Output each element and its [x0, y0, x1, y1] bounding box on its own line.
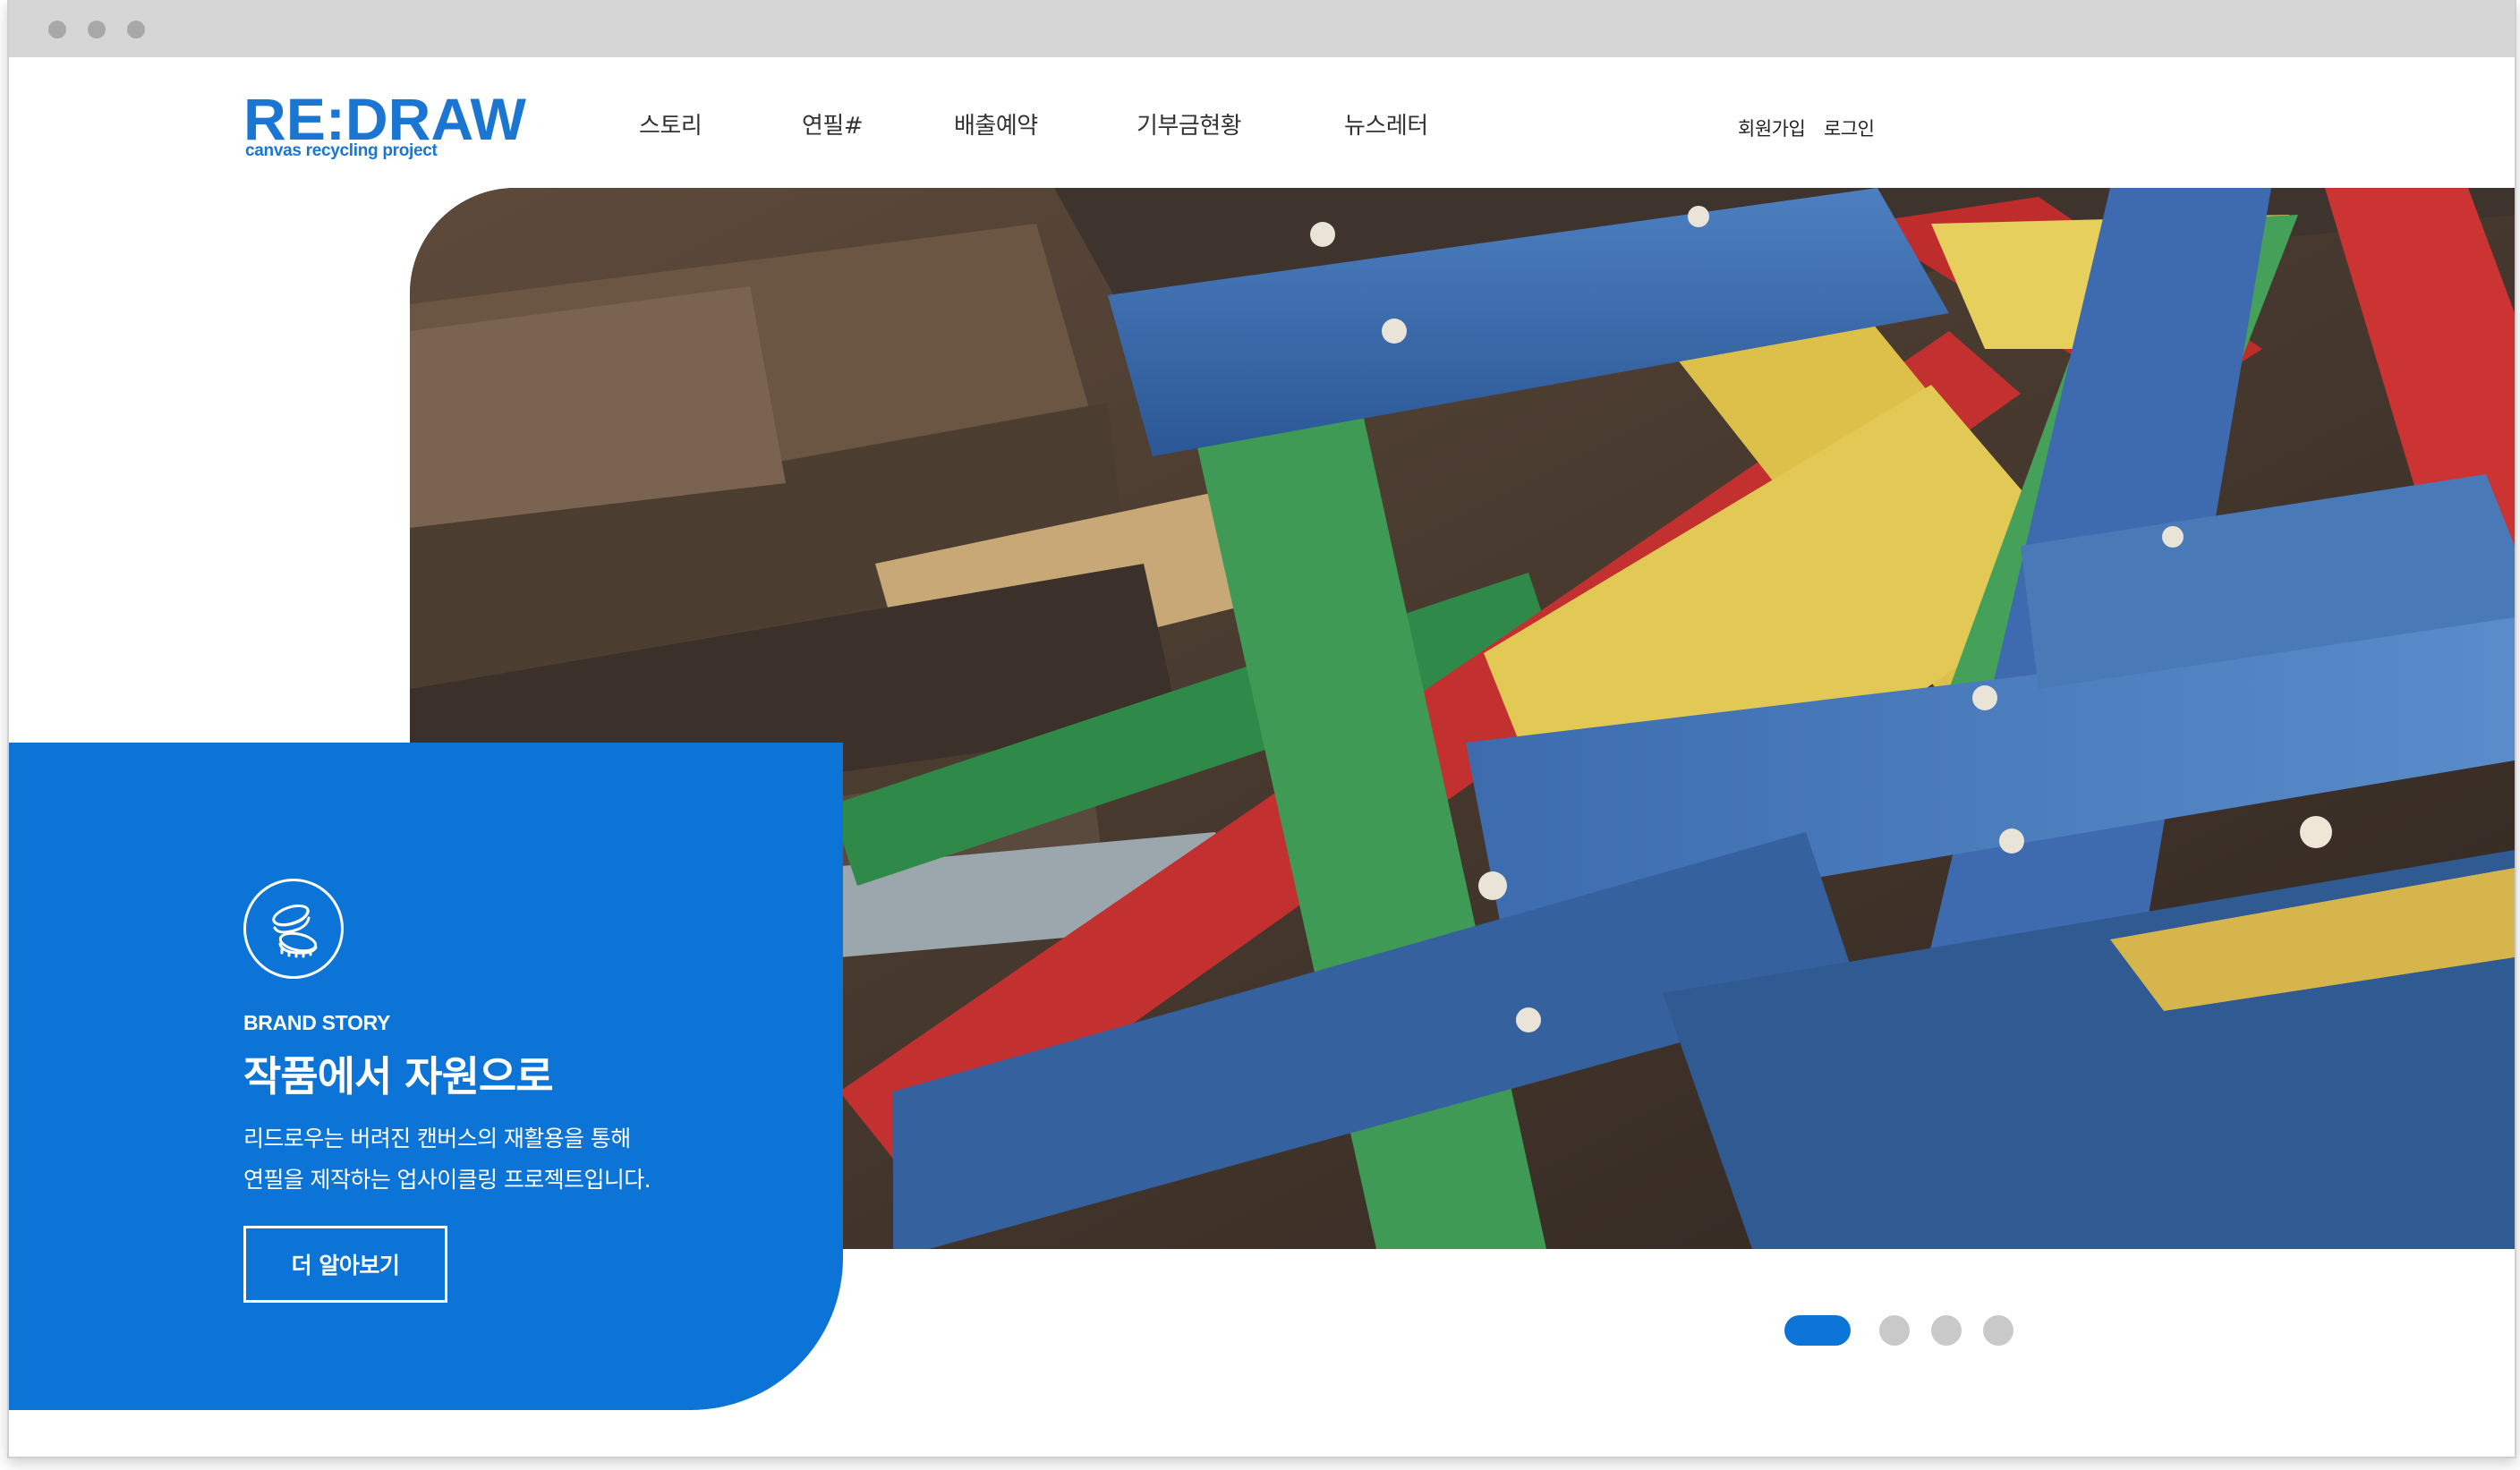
window-minimize-dot[interactable]: [88, 21, 106, 38]
browser-titlebar: [9, 0, 2515, 57]
slide-dot-4[interactable]: [1983, 1315, 2013, 1346]
nav-item-donation-status[interactable]: 기부금현황: [1137, 107, 1242, 140]
slide-dot-1[interactable]: [1784, 1315, 1851, 1346]
window-maximize-dot[interactable]: [127, 21, 145, 38]
browser-window: RE:DRAW canvas recycling project 스토리 연필#…: [7, 0, 2516, 1458]
coins-icon-glyph: [272, 904, 318, 958]
site-logo[interactable]: RE:DRAW canvas recycling project: [243, 91, 530, 161]
svg-text:RE:DRAW: RE:DRAW: [243, 91, 527, 141]
window-close-dot[interactable]: [48, 21, 66, 38]
card-eyebrow: BRAND STORY: [243, 1011, 391, 1034]
signup-link[interactable]: 회원가입: [1738, 115, 1806, 141]
card-description-line: 연필을 제작하는 업사이클링 프로젝트입니다.: [243, 1167, 651, 1193]
logo-tagline: canvas recycling project: [245, 141, 438, 160]
coins-icon: [243, 879, 344, 979]
nav-item-newsletter[interactable]: 뉴스레터: [1344, 107, 1428, 140]
card-headline: 작품에서 자원으로: [243, 1052, 554, 1100]
nav-item-pencil[interactable]: 연필#: [802, 107, 864, 140]
brand-story-card: BRAND STORY 작품에서 자원으로 리드로우는 버려진 캔버스의 재활용…: [9, 743, 843, 1410]
redraw-logo-mark: RE:DRAW: [243, 91, 527, 141]
nav-item-story[interactable]: 스토리: [639, 107, 702, 140]
slide-dot-2[interactable]: [1879, 1315, 1910, 1346]
login-link[interactable]: 로그인: [1824, 115, 1875, 141]
card-description: 리드로우는 버려진 캔버스의 재활용을 통해 연필을 제작하는 업사이클링 프로…: [243, 1118, 651, 1201]
web-page: RE:DRAW canvas recycling project 스토리 연필#…: [9, 57, 2515, 1457]
nav-item-pickup-reservation[interactable]: 배출예약: [954, 107, 1038, 140]
learn-more-button[interactable]: 더 알아보기: [243, 1226, 447, 1303]
slide-dot-3[interactable]: [1931, 1315, 1962, 1346]
card-description-line: 리드로우는 버려진 캔버스의 재활용을 통해: [243, 1126, 631, 1151]
